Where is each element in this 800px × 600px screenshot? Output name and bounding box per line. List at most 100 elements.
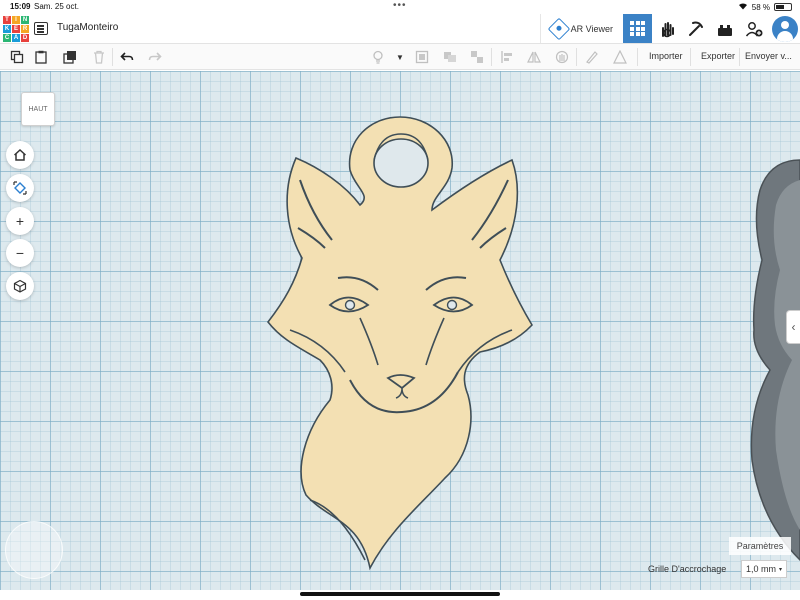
edit-toolbar: ▼ Importer Exporter Envoyer v...	[0, 44, 800, 70]
undo-button[interactable]	[118, 48, 136, 66]
copy-icon	[10, 50, 24, 64]
wifi-icon	[738, 2, 748, 12]
minus-icon: −	[15, 245, 25, 261]
zoom-out-button[interactable]: −	[6, 239, 34, 267]
orbit-joystick[interactable]	[5, 521, 63, 579]
toolbar-divider	[491, 48, 492, 66]
parameters-button[interactable]: Paramètres	[729, 537, 791, 555]
snap-grid-label: Grille D'accrochage	[648, 564, 727, 574]
notes-button[interactable]	[583, 48, 601, 66]
logo-letter: N	[21, 16, 29, 24]
clock: 15:09	[10, 2, 31, 11]
import-button[interactable]: Importer	[649, 51, 683, 61]
cruise-button[interactable]	[553, 48, 571, 66]
logo-letter: D	[21, 34, 29, 42]
export-button[interactable]: Exporter	[701, 51, 735, 61]
snap-grid-value: 1,0 mm	[746, 564, 777, 574]
duplicate-button[interactable]	[61, 48, 79, 66]
mirror-icon	[527, 51, 541, 63]
logo-letter: A	[12, 34, 20, 42]
battery-percent: 58 %	[751, 2, 770, 12]
paste-icon	[35, 50, 47, 64]
blocks-mode-button[interactable]	[710, 14, 739, 43]
top-right-actions: AR Viewer	[539, 14, 800, 43]
grey-shape[interactable]	[750, 159, 800, 562]
undo-icon	[120, 52, 134, 61]
ungroup-icon	[471, 51, 483, 63]
tinker-hand-button[interactable]	[652, 14, 681, 43]
chevron-left-icon: ‹	[791, 320, 796, 334]
battery-icon	[774, 3, 792, 11]
align-icon	[501, 51, 512, 63]
paste-button[interactable]	[32, 48, 50, 66]
designs-list-icon[interactable]	[34, 22, 48, 35]
home-indicator[interactable]	[300, 592, 500, 596]
light-button[interactable]	[369, 48, 387, 66]
home-icon	[13, 148, 27, 161]
hand-cursor-icon	[555, 50, 569, 64]
tinkercad-logo[interactable]: TIN KER CAD	[3, 16, 29, 42]
toolbar-divider	[690, 48, 691, 66]
perspective-button[interactable]	[6, 272, 34, 300]
status-bar: 15:09 Sam. 25 oct. ••• 58 %	[0, 0, 800, 14]
logo-letter: I	[12, 16, 20, 24]
group-button[interactable]	[441, 48, 459, 66]
logo-letter: T	[3, 16, 11, 24]
fox-pendant[interactable]	[266, 116, 533, 571]
trash-icon	[94, 50, 104, 64]
mirror-button[interactable]	[525, 48, 543, 66]
fit-view-icon	[13, 181, 27, 195]
logo-letter: E	[12, 25, 20, 33]
ar-viewer-label: AR Viewer	[570, 23, 613, 34]
toolbar-divider	[739, 48, 740, 66]
toolbar-divider	[112, 48, 113, 66]
parameters-label: Paramètres	[736, 541, 784, 551]
3d-viewport[interactable]	[0, 71, 800, 590]
note-icon	[586, 51, 598, 64]
pickaxe-icon	[688, 21, 703, 36]
delete-button[interactable]	[90, 48, 108, 66]
ruler-icon	[613, 50, 627, 64]
snap-grid-select[interactable]: 1,0 mm ▾	[741, 560, 787, 578]
top-bar: TIN KER CAD TugaMonteiro AR Viewer	[0, 14, 800, 44]
avatar[interactable]	[772, 15, 798, 42]
redo-icon	[148, 52, 162, 61]
plus-icon: +	[15, 213, 25, 229]
bricks-mode-button[interactable]	[681, 14, 710, 43]
project-name[interactable]: TugaMonteiro	[57, 22, 118, 33]
light-dropdown-button[interactable]: ▼	[391, 48, 409, 66]
bricks-icon	[717, 24, 732, 36]
duplicate-icon	[63, 51, 76, 64]
tinker-hand-icon	[661, 21, 674, 37]
ruler-button[interactable]	[611, 48, 629, 66]
ar-cube-icon	[547, 17, 570, 40]
toolbar-divider	[637, 48, 638, 66]
shape-solid-icon	[415, 50, 429, 64]
date: Sam. 25 oct.	[34, 2, 79, 11]
redo-button[interactable]	[146, 48, 164, 66]
fit-view-button[interactable]	[6, 174, 34, 202]
grid-view-icon	[630, 21, 645, 36]
logo-letter: K	[3, 25, 11, 33]
status-right: 58 %	[738, 2, 792, 12]
ar-viewer-button[interactable]: AR Viewer	[539, 14, 623, 43]
logo-letter: C	[3, 34, 11, 42]
zoom-in-button[interactable]: +	[6, 207, 34, 235]
caret-down-icon: ▼	[396, 52, 404, 62]
home-view-button[interactable]	[6, 141, 34, 169]
send-to-button[interactable]: Envoyer v...	[745, 51, 792, 61]
workplane[interactable]: HAUT + − ‹	[0, 71, 800, 590]
caret-icon: ▾	[778, 566, 782, 573]
grid-view-button[interactable]	[623, 14, 652, 43]
lightbulb-icon	[373, 50, 383, 64]
copy-button[interactable]	[8, 48, 26, 66]
toolbar-divider	[576, 48, 577, 66]
multitasking-dots-icon[interactable]: •••	[393, 0, 407, 11]
viewcube[interactable]: HAUT	[21, 92, 55, 126]
cube-icon	[13, 279, 27, 293]
align-button[interactable]	[498, 48, 516, 66]
invite-user-button[interactable]	[739, 14, 768, 43]
shapes-panel-toggle[interactable]: ‹	[786, 310, 800, 344]
solid-hole-button[interactable]	[413, 48, 431, 66]
ungroup-button[interactable]	[468, 48, 486, 66]
